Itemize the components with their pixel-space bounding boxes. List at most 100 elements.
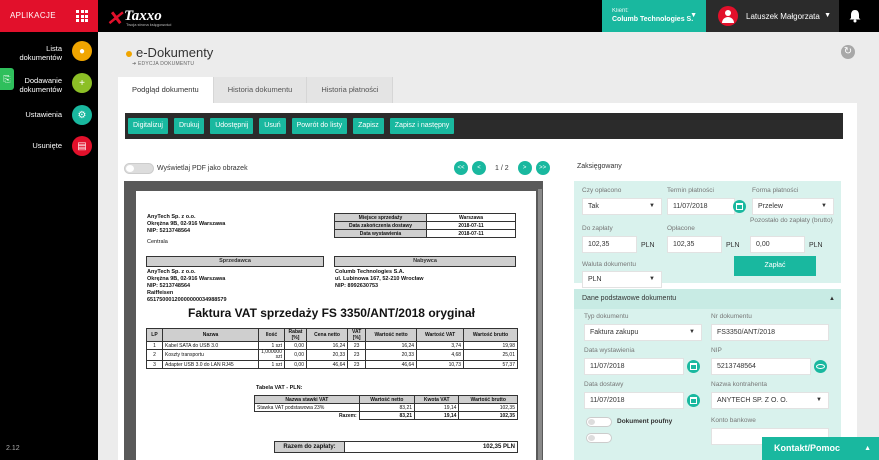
chevron-down-icon: ▼ [649,203,655,209]
cell: 4,68 [416,349,465,361]
doc-type-select[interactable]: Faktura zakupu ▼ [584,324,702,341]
cell: 10,73 [416,360,465,369]
payment-form-select[interactable]: Przelew ▼ [752,198,834,215]
paid-amount-input[interactable]: 102,35 [667,236,722,253]
second-toggle[interactable] [586,433,612,443]
save-and-next-button[interactable]: Zapisz i następny [389,118,455,134]
taxxo-logo[interactable]: ✕ Taxxo Twoja strona księgowości [106,6,196,30]
eye-icon[interactable] [814,360,827,373]
cell: Koszty transportu [162,349,259,361]
page-indicator: 1 / 2 [490,165,514,172]
sidebar-item-add-document[interactable]: Dodawanie dokumentów + [0,72,98,102]
bell-icon[interactable] [848,9,862,23]
prev-page-button[interactable]: < [472,161,486,175]
delivery-value: 2018-07-11 [426,221,516,230]
tabs-background [386,77,857,103]
seller-line: AnyTech Sp. z o.o. [147,269,196,275]
refresh-icon[interactable]: ↻ [841,45,855,59]
contractor-label: Nazwa kontrahenta [711,381,768,388]
gear-icon: ⚙ [72,105,92,125]
vat-table: Nazwa stawki VAT Wartość netto Kwota VAT… [254,395,518,420]
buyer-line: ul. Lubinowa 167, 52-210 Wrocław [335,276,424,282]
chevron-up-icon: ▲ [864,445,871,452]
col-header: Kwota VAT [414,395,460,404]
paid-select[interactable]: Tak ▼ [582,198,662,215]
paid-amount-value: 102,35 [673,241,695,248]
chevron-down-icon: ▼ [821,203,827,209]
basic-data-header[interactable]: Dane podstawowe dokumentu ▲ [574,289,841,309]
cell: 83,21 [358,403,416,412]
user-menu[interactable]: Latuszek Małgorzata ▼ [706,0,839,32]
nip-label: NIP [711,347,722,354]
contractor-select[interactable]: ANYTECH SP. Z O. O. ▼ [711,392,829,409]
contact-help-button[interactable]: Kontakt/Pomoc ▲ [762,437,879,460]
sidebar-item-document-list[interactable]: Lista dokumentów ● [0,40,98,70]
nip-input[interactable]: 5213748564 [711,358,811,375]
doc-number-input[interactable]: FS3350/ANT/2018 [711,324,829,341]
seller-top-line: NIP: 5213748564 [147,228,191,234]
tab-payment-history[interactable]: Historia płatności [307,77,394,103]
first-page-button[interactable]: << [454,161,468,175]
delete-button[interactable]: Usuń [259,118,286,134]
table-header-row: LP Nazwa Ilość Rabat [%] Cena netto VAT … [146,328,518,342]
to-pay-input[interactable]: 102,35 [582,236,637,253]
tab-preview[interactable]: Podgląd dokumentu [118,77,214,103]
contractor-value: ANYTECH SP. Z O. O. [717,397,788,404]
cell: 1 [146,341,163,350]
next-page-button[interactable]: > [517,161,532,175]
calendar-icon[interactable] [733,200,746,213]
logo-tagline: Twoja strona księgowości [126,22,172,27]
due-date-input[interactable]: 11/07/2018 [667,198,735,215]
avatar [718,6,738,26]
pay-button[interactable]: Zapłać [734,256,816,276]
add-document-icon: + [72,73,92,93]
last-page-button[interactable]: >> [535,161,550,175]
confidential-toggle[interactable] [586,417,612,427]
sidebar-item-settings[interactable]: Ustawienia ⚙ [0,104,98,134]
chevron-down-icon: ▼ [690,12,697,19]
digitize-button[interactable]: Digitalizuj [128,118,168,134]
pdf-viewer[interactable]: AnyTech Sp. z o.o. Okrężna 9B, 02-916 Wa… [124,181,543,460]
viewer-scrollbar[interactable] [538,189,542,460]
seller-top-line: Okrężna 9B, 02-916 Warszawa [147,221,226,227]
client-value: Columb Technologies S. [612,16,694,23]
to-pay-table: Razem do zapłaty: 102,35 PLN [274,441,518,453]
delivery-date-input[interactable]: 11/07/2018 [584,392,684,409]
tab-history[interactable]: Historia dokumentu [213,77,308,103]
apps-menu-button[interactable]: APLIKACJE [0,0,98,32]
due-date-value: 11/07/2018 [673,203,708,210]
sidebar-item-label: Usunięte [32,141,62,150]
chevron-down-icon: ▼ [824,12,831,19]
sidebar-item-deleted[interactable]: Usunięte ▤ [0,135,98,165]
payment-form-label: Forma płatności [752,187,799,194]
save-button[interactable]: Zapisz [353,118,384,134]
sidebar-item-label: Ustawienia [25,110,62,119]
share-button[interactable]: Udostępnij [210,118,254,134]
currency-select[interactable]: PLN ▼ [582,271,662,288]
back-to-list-button[interactable]: Powrót do listy [291,118,348,134]
issue-date-value: 11/07/2018 [590,363,625,370]
delivery-date-value: 11/07/2018 [590,397,625,404]
basic-data-title: Dane podstawowe dokumentu [582,295,677,302]
issue-date-input[interactable]: 11/07/2018 [584,358,684,375]
page-total: 2 [504,164,509,172]
breadcrumb[interactable]: ➜ EDYCJA DOKUMENTU [132,61,194,67]
remaining-input[interactable]: 0,00 [750,236,805,253]
currency-label: Waluta dokumentu [582,261,636,268]
invoice-page: AnyTech Sp. z o.o. Okrężna 9B, 02-916 Wa… [136,191,536,460]
breadcrumb-label: EDYCJA DOKUMENTU [137,61,195,67]
buyer-block: Columb Technologies S.A. ul. Lubinowa 16… [335,269,424,290]
doc-number-value: FS3350/ANT/2018 [717,329,775,336]
remaining-label: Pozostało do zapłaty (brutto) [750,217,833,224]
doc-number-label: Nr dokumentu [711,313,752,320]
calendar-icon[interactable] [687,394,700,407]
client-selector[interactable]: Klient: Columb Technologies S. ▼ [602,0,706,32]
main-content: e-Dokumenty ➜ EDYCJA DOKUMENTU ↻ Podgląd… [98,32,879,460]
user-name: Latuszek Małgorzata [746,12,820,21]
table-row: 2 Koszty transportu 1,000000 szt 0,00 20… [146,349,518,361]
delivery-label: Data zakończenia dostawy [334,221,427,230]
pdf-as-image-toggle[interactable] [124,163,154,174]
print-button[interactable]: Drukuj [173,118,205,134]
calendar-icon[interactable] [687,360,700,373]
currency-unit: PLN [641,242,655,249]
